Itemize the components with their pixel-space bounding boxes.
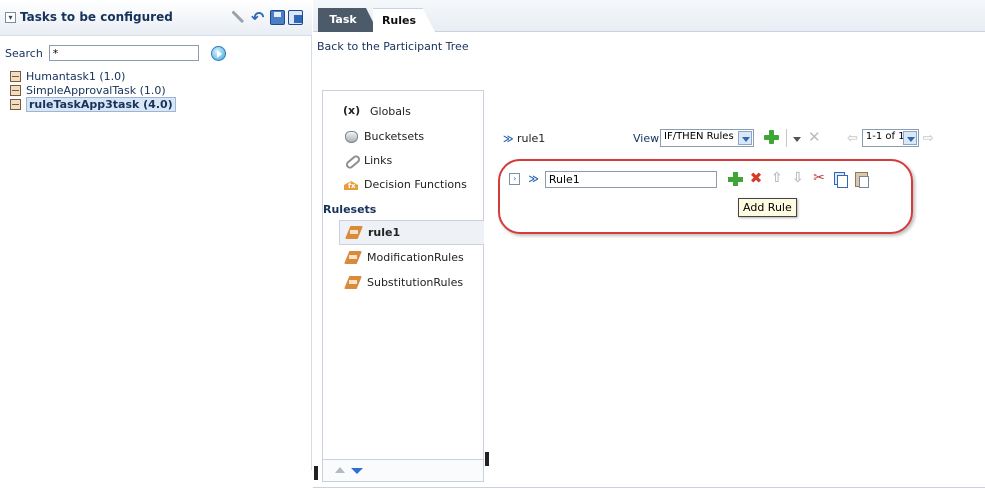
navigator-footer xyxy=(323,459,483,481)
ruleset-item-label: SubstitutionRules xyxy=(367,276,464,289)
add-button[interactable] xyxy=(763,129,779,145)
delete-rule-icon[interactable]: ✖ xyxy=(748,171,764,187)
task-item-label: Humantask1 (1.0) xyxy=(26,69,126,83)
search-label: Search xyxy=(5,46,43,60)
task-item-humantask1[interactable]: Humantask1 (1.0) xyxy=(10,69,176,83)
ruleset-list: rule1 ModificationRules SubstitutionRule… xyxy=(339,220,484,295)
ruleset-icon xyxy=(345,226,363,239)
ruleset-name[interactable]: ≫ rule1 xyxy=(503,132,545,145)
rule-row: › ≫ ✖ ✂ xyxy=(509,169,869,189)
add-rule-tooltip: Add Rule xyxy=(738,198,797,217)
nav-item-label: Links xyxy=(364,153,393,167)
add-rule-icon[interactable] xyxy=(727,171,743,187)
tasks-panel-title: Tasks to be configured xyxy=(20,10,173,24)
nav-item-globals[interactable]: (x) Globals xyxy=(343,104,411,118)
toolbar-separator xyxy=(786,129,787,147)
link-icon xyxy=(343,153,359,167)
ruleset-item-substitutionrules[interactable]: SubstitutionRules xyxy=(339,270,484,295)
move-rule-up-icon[interactable] xyxy=(769,170,785,187)
expand-rule-icon[interactable]: › xyxy=(509,173,521,185)
rules-content-area: (x) Globals Bucketsets Links Decision Fu… xyxy=(313,58,985,482)
tasks-panel: ▾ Tasks to be configured Search Humantas… xyxy=(0,0,312,470)
tasks-panel-toolbar xyxy=(230,8,303,27)
task-item-ruletaskapp3task[interactable]: ruleTaskApp3task (4.0) xyxy=(10,96,176,112)
add-menu-caret-icon[interactable] xyxy=(793,137,801,142)
rulesets-heading: Rulesets xyxy=(323,203,377,216)
main-area: Task Rules Back to the Participant Tree … xyxy=(313,0,985,489)
task-list: Humantask1 (1.0) SimpleApprovalTask (1.0… xyxy=(10,69,176,112)
nav-item-decision-functions[interactable]: Decision Functions xyxy=(343,177,467,191)
nav-item-label: Globals xyxy=(370,104,411,118)
cut-icon[interactable]: ✂ xyxy=(811,171,827,187)
previous-page-icon[interactable]: ⇦ xyxy=(847,131,858,146)
tab-task[interactable]: Task xyxy=(318,8,378,32)
rule-pager: ⇦ 1-1 of 1 ⇨ xyxy=(843,129,938,147)
plus-icon xyxy=(763,129,779,145)
nav-item-links[interactable]: Links xyxy=(343,153,392,167)
task-item-label: SimpleApprovalTask (1.0) xyxy=(26,83,166,97)
back-to-participant-tree-link[interactable]: Back to the Participant Tree xyxy=(317,40,469,53)
move-rule-down-icon[interactable] xyxy=(790,170,806,187)
ruleset-icon xyxy=(344,276,362,289)
ruleset-name-label: rule1 xyxy=(516,132,546,145)
task-item-simpleapprovaltask[interactable]: SimpleApprovalTask (1.0) xyxy=(10,83,176,97)
paste-icon[interactable] xyxy=(853,171,869,188)
tab-rules[interactable]: Rules xyxy=(373,8,435,32)
tab-bar: Task Rules xyxy=(313,0,985,32)
view-label: View xyxy=(633,132,660,145)
search-go-button[interactable] xyxy=(210,45,226,61)
undo-icon[interactable] xyxy=(250,8,267,27)
task-icon xyxy=(10,98,21,110)
save-icon[interactable] xyxy=(270,10,285,25)
search-input[interactable] xyxy=(48,45,199,61)
bottom-divider xyxy=(313,487,985,488)
collapse-panel-icon[interactable]: ▾ xyxy=(5,12,16,23)
ruleset-item-modificationrules[interactable]: ModificationRules xyxy=(339,245,484,270)
view-select[interactable]: IF/THEN Rules xyxy=(660,129,754,147)
tasks-panel-header: ▾ Tasks to be configured xyxy=(0,0,312,36)
next-page-icon[interactable]: ⇨ xyxy=(923,131,934,146)
rule-row-toolbar: ✖ ✂ xyxy=(727,170,869,188)
bucketset-icon xyxy=(343,129,359,143)
view-select-value: IF/THEN Rules xyxy=(664,131,734,142)
ruleset-item-label: rule1 xyxy=(368,226,401,239)
chevron-down-icon xyxy=(738,131,752,145)
search-row: Search xyxy=(5,45,226,61)
ruleset-item-label: ModificationRules xyxy=(367,251,464,264)
task-icon xyxy=(10,70,21,82)
globals-variable-icon: (x) xyxy=(343,104,361,117)
move-down-icon[interactable] xyxy=(351,468,363,474)
double-chevron-down-icon: ≫ xyxy=(503,134,514,145)
copy-icon[interactable] xyxy=(832,171,848,188)
rules-navigator-panel: (x) Globals Bucketsets Links Decision Fu… xyxy=(322,90,484,482)
left-splitter-handle[interactable] xyxy=(314,466,318,480)
nav-item-label: Decision Functions xyxy=(364,177,467,191)
rule-name-input[interactable] xyxy=(544,170,717,188)
commit-task-icon[interactable] xyxy=(288,10,303,25)
ruleset-toolbar: ≫ rule1 View IF/THEN Rules ✕ ⇦ 1-1 of 1 … xyxy=(503,128,983,152)
task-item-label: ruleTaskApp3task (4.0) xyxy=(26,96,176,112)
double-chevron-down-icon[interactable]: ≫ xyxy=(528,174,538,185)
nav-item-bucketsets[interactable]: Bucketsets xyxy=(343,129,424,143)
pager-select[interactable]: 1-1 of 1 xyxy=(861,129,919,147)
right-splitter-handle[interactable] xyxy=(485,452,489,466)
ruleset-icon xyxy=(344,251,362,264)
nav-item-label: Bucketsets xyxy=(364,129,425,143)
pager-select-value: 1-1 of 1 xyxy=(865,131,905,142)
chevron-down-icon xyxy=(902,131,917,145)
task-icon xyxy=(10,84,21,96)
delete-disabled-icon[interactable]: ✕ xyxy=(808,128,821,146)
move-up-icon[interactable] xyxy=(335,467,345,473)
edit-pencil-icon[interactable] xyxy=(226,5,250,29)
ruleset-item-rule1[interactable]: rule1 xyxy=(339,220,484,245)
decision-function-icon xyxy=(343,177,359,191)
